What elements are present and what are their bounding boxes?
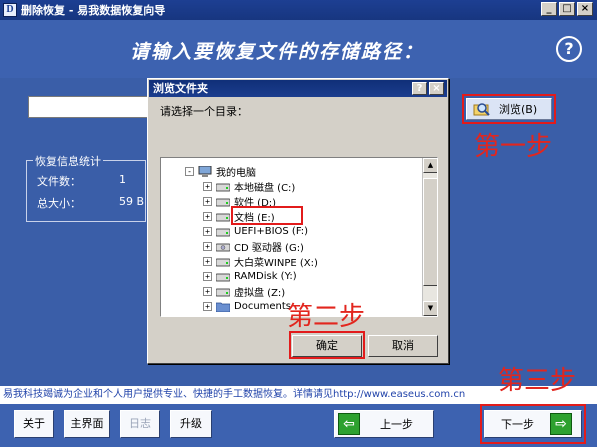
ok-button[interactable]: 确定 (292, 335, 362, 357)
next-button[interactable]: 下一步 ⇨ (484, 410, 582, 438)
drive-icon (216, 198, 230, 206)
tree-item-label: 大白菜WINPE (X:) (234, 257, 318, 269)
step-two-label: 第二步 (287, 302, 366, 332)
maximize-button[interactable]: □ (559, 2, 575, 16)
stats-title: 恢复信息统计 (33, 153, 103, 169)
tree-expander[interactable]: + (203, 226, 212, 236)
drive-icon (216, 258, 230, 266)
tree-item-drive-g[interactable]: + CD 驱动器 (G:) (203, 239, 304, 254)
size-value: 59 B (119, 195, 145, 208)
dialog-title-bar: 浏览文件夹 ? × (149, 80, 447, 97)
scroll-up-arrow-icon[interactable]: ▲ (423, 158, 437, 173)
tree-item-label: 我的电脑 (216, 167, 256, 179)
tree-item-drive-z[interactable]: + 虚拟盘 (Z:) (203, 284, 286, 299)
tree-item-drive-x[interactable]: + 大白菜WINPE (X:) (203, 254, 318, 269)
app-logo-icon: D (3, 3, 17, 17)
stats-size-row: 总大小： 59 B (37, 195, 145, 211)
tree-item-drive-f[interactable]: + UEFI+BIOS (F:) (203, 224, 308, 238)
step-three-label: 第三步 (498, 366, 577, 396)
drive-icon (216, 228, 230, 236)
browse-button[interactable]: 浏览(B) (466, 98, 552, 120)
cancel-button[interactable]: 取消 (368, 335, 438, 357)
browse-highlight: 浏览(B) (462, 94, 556, 124)
drive-icon (216, 183, 230, 191)
close-button[interactable]: × (577, 2, 593, 16)
left-arrow-icon: ⇦ (338, 413, 360, 435)
scrollbar-thumb[interactable] (423, 178, 437, 286)
size-label: 总大小： (37, 197, 81, 210)
computer-icon (198, 165, 212, 177)
drive-icon (216, 288, 230, 296)
drive-icon (216, 213, 230, 221)
minimize-button[interactable]: _ (541, 2, 557, 16)
tree-expander[interactable]: + (203, 181, 212, 191)
next-button-label: 下一步 (501, 418, 534, 431)
tree-item-label: RAMDisk (Y:) (234, 270, 297, 282)
tree-expander[interactable]: + (203, 241, 212, 251)
title-bar: D 删除恢复 - 易我数据恢复向导 _ □ × (0, 0, 597, 20)
page-title: 请输入要恢复文件的存储路径： (130, 41, 425, 63)
tree-expander[interactable]: - (185, 166, 194, 176)
drive-icon (216, 273, 230, 281)
tree-item-drive-c[interactable]: + 本地磁盘 (C:) (203, 179, 296, 194)
tree-item-label: UEFI+BIOS (F:) (234, 225, 309, 237)
tree-item-drive-y[interactable]: + RAMDisk (Y:) (203, 269, 297, 283)
step-one-label: 第一步 (474, 132, 553, 162)
cd-drive-icon (216, 243, 230, 251)
recovery-stats-group: 恢复信息统计 文件数： 1 总大小： 59 B (26, 153, 146, 222)
log-button[interactable]: 日志 (120, 410, 160, 438)
magnifier-folder-icon (473, 103, 490, 116)
scroll-down-arrow-icon[interactable]: ▼ (423, 301, 437, 316)
prev-button[interactable]: ⇦ 上一步 (334, 410, 434, 438)
dialog-title: 浏览文件夹 (153, 82, 208, 95)
tree-item-documents[interactable]: + Documents (203, 299, 291, 313)
tree-item-my-computer[interactable]: - 我的电脑 (185, 164, 256, 179)
about-button[interactable]: 关于 (14, 410, 54, 438)
header: 请输入要恢复文件的存储路径： ? (0, 20, 597, 78)
folder-icon (216, 302, 230, 312)
drive-e-highlight (231, 206, 303, 225)
right-arrow-icon: ⇨ (550, 413, 572, 435)
dialog-close-button[interactable]: × (429, 82, 444, 95)
help-button[interactable]: ? (556, 36, 582, 62)
tree-expander[interactable]: + (203, 196, 212, 206)
tree-item-label: Documents (234, 300, 292, 312)
window-title: 删除恢复 - 易我数据恢复向导 (21, 4, 166, 17)
dialog-prompt: 请选择一个目录： (160, 105, 248, 118)
tree-scrollbar[interactable]: ▲ ▼ (422, 158, 437, 316)
dialog-help-button[interactable]: ? (412, 82, 427, 95)
tree-item-label: CD 驱动器 (G:) (234, 242, 304, 254)
folder-tree[interactable]: - 我的电脑 + 本地磁盘 (C:) + 软件 (D:) + 文档 (E:) +… (160, 157, 438, 317)
tree-expander[interactable]: + (203, 301, 212, 311)
tree-expander[interactable]: + (203, 211, 212, 221)
tree-item-label: 本地磁盘 (C:) (234, 182, 296, 194)
main-menu-button[interactable]: 主界面 (64, 410, 110, 438)
upgrade-button[interactable]: 升级 (170, 410, 212, 438)
stats-files-row: 文件数： 1 (37, 173, 145, 189)
tree-item-label: 虚拟盘 (Z:) (234, 287, 286, 299)
tree-expander[interactable]: + (203, 286, 212, 296)
tree-expander[interactable]: + (203, 256, 212, 266)
browse-button-label: 浏览(B) (499, 103, 538, 116)
tree-expander[interactable]: + (203, 271, 212, 281)
prev-button-label: 上一步 (380, 418, 413, 431)
files-label: 文件数： (37, 175, 81, 188)
files-value: 1 (119, 173, 126, 186)
